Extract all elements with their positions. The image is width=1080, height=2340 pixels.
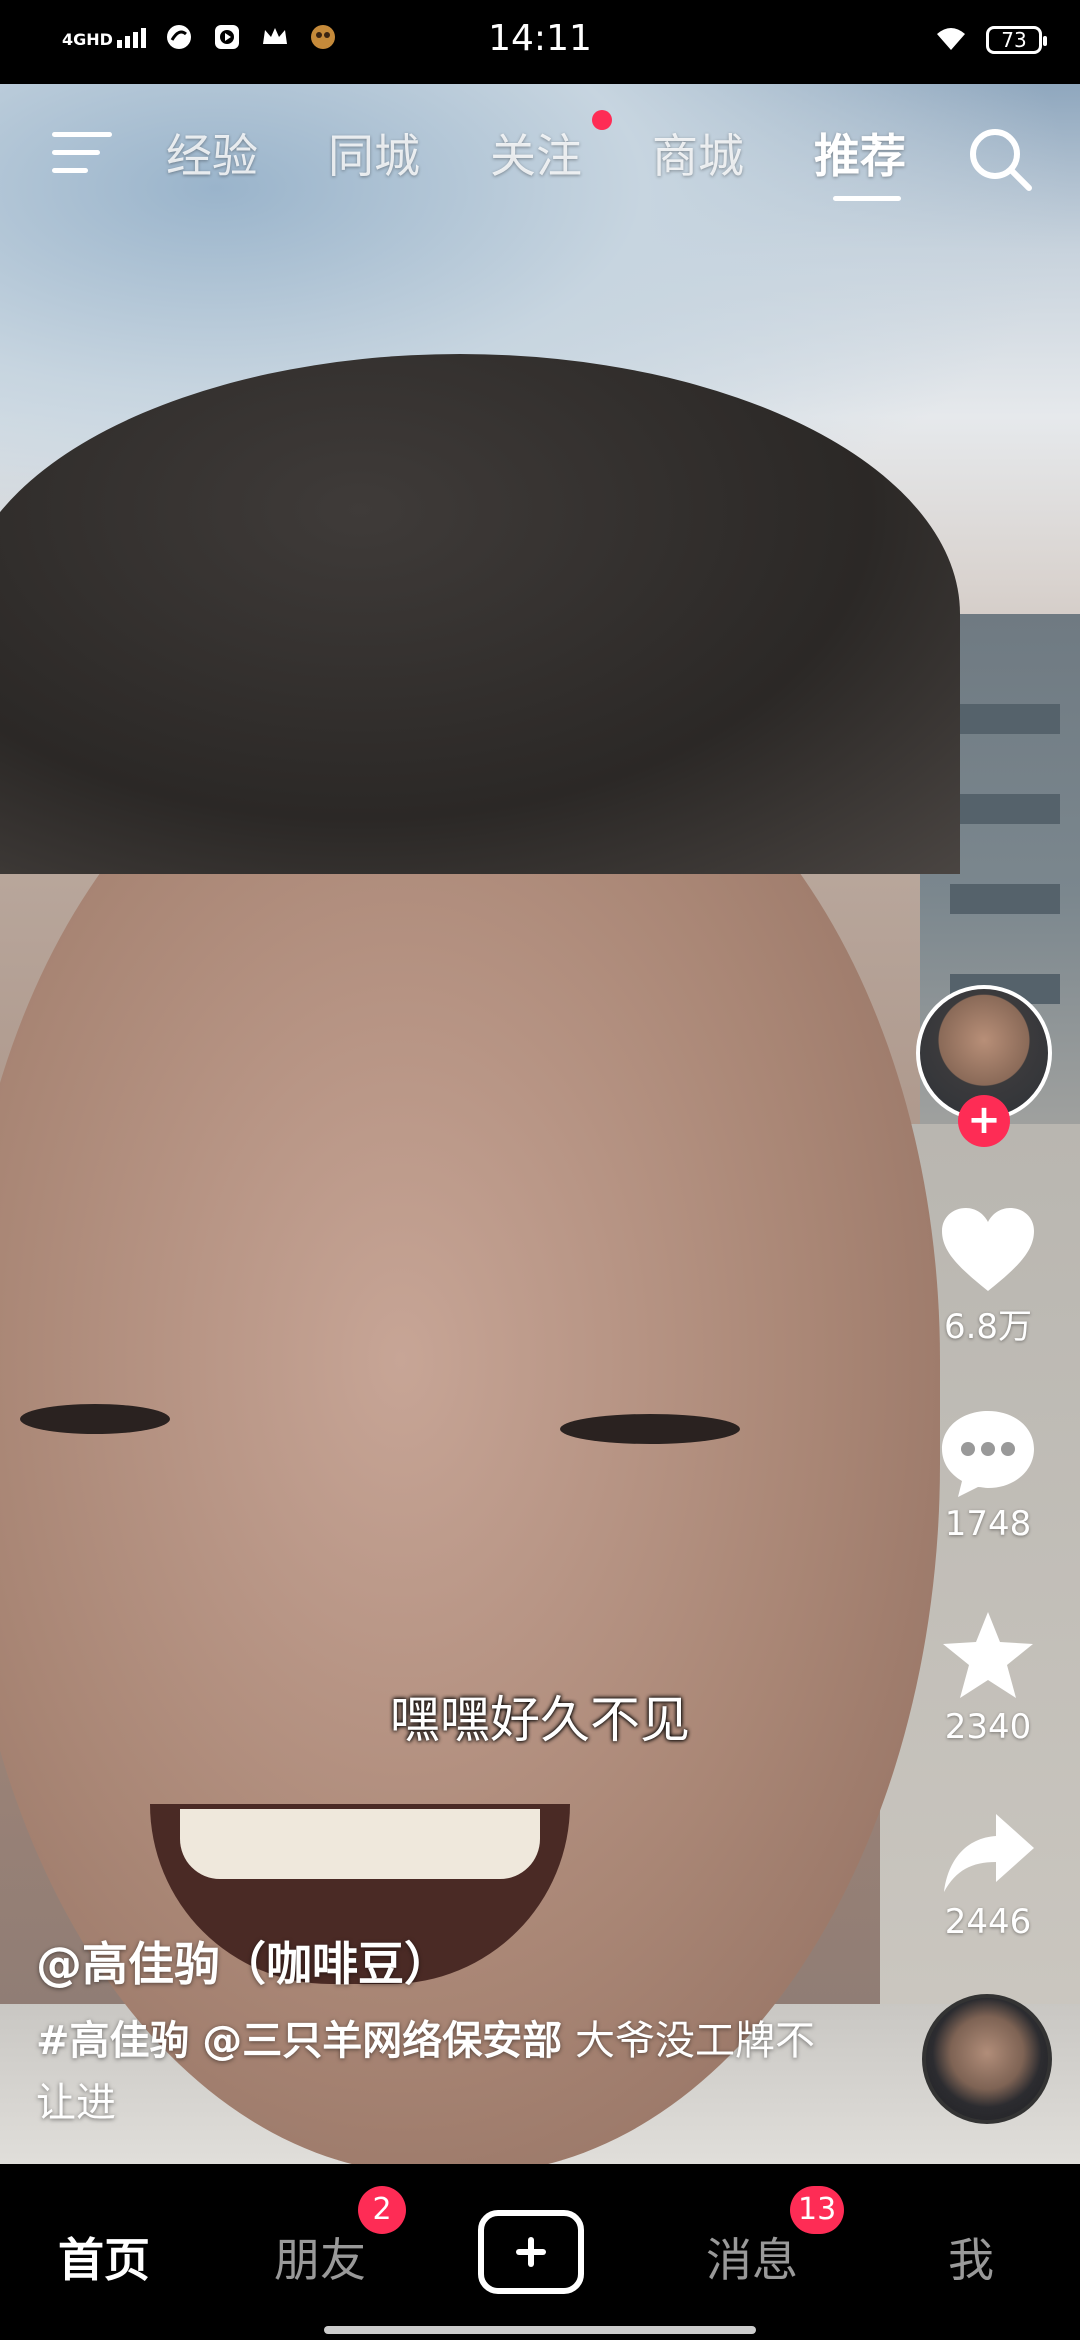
like-button[interactable]: 6.8万: [928, 1205, 1048, 1348]
wifi-icon: [934, 24, 968, 56]
video-subtitle: 嘿嘿好久不见: [390, 1691, 690, 1749]
tab-nearby[interactable]: 同城: [328, 120, 420, 186]
follow-button[interactable]: +: [958, 1095, 1010, 1147]
create-button[interactable]: [478, 2210, 584, 2294]
hair: [0, 354, 960, 874]
friends-badge: 2: [358, 2186, 406, 2234]
messages-badge: 13: [790, 2186, 845, 2234]
nav-friends[interactable]: 朋友: [274, 2224, 366, 2290]
top-nav: 经验 同城 关注 商城 推荐: [0, 110, 1080, 201]
heart-icon: [942, 1208, 1034, 1291]
comment-icon: [942, 1411, 1034, 1497]
like-count: 6.8万: [943, 1307, 1033, 1347]
home-indicator[interactable]: [324, 2326, 756, 2334]
tab-mall[interactable]: 商城: [652, 120, 744, 186]
active-tab-indicator: [833, 196, 901, 201]
right-eye: [560, 1414, 740, 1444]
post-description: #高佳驹 @三只羊网络保安部 大爷没工牌不让进: [36, 2010, 816, 2134]
battery-level: 73: [1001, 28, 1027, 52]
tab-recommend[interactable]: 推荐: [814, 120, 906, 186]
tab-following[interactable]: 关注: [490, 120, 582, 186]
comment-button[interactable]: 1748: [928, 1405, 1048, 1544]
author-name[interactable]: @高佳驹（咖啡豆）: [36, 1928, 450, 1994]
nav-me[interactable]: 我: [948, 2224, 994, 2290]
nav-messages[interactable]: 消息: [706, 2224, 798, 2290]
share-icon: [944, 1814, 1034, 1892]
music-disc[interactable]: [922, 1994, 1052, 2124]
author-avatar-group: +: [916, 985, 1060, 1147]
bottom-nav: 首页 朋友 2 消息 13 我: [0, 2164, 1080, 2340]
following-notification-dot: [592, 110, 612, 130]
hashtag-link[interactable]: #高佳驹: [36, 2018, 190, 2064]
share-button[interactable]: 2446: [928, 1808, 1048, 1942]
mention-link[interactable]: @三只羊网络保安部: [202, 2018, 562, 2064]
status-right: 73: [934, 24, 1047, 56]
left-eye: [20, 1404, 170, 1434]
tab-experience[interactable]: 经验: [166, 120, 258, 186]
battery-icon: 73: [986, 26, 1047, 54]
comment-count: 1748: [944, 1504, 1032, 1544]
nav-home[interactable]: 首页: [58, 2224, 150, 2290]
teeth: [180, 1809, 540, 1879]
search-icon[interactable]: [965, 124, 1035, 194]
status-bar: 4GHD 14:11 73: [0, 0, 1080, 84]
menu-icon[interactable]: [52, 128, 114, 178]
clock: 14:11: [488, 18, 592, 59]
share-count: 2446: [944, 1902, 1032, 1942]
